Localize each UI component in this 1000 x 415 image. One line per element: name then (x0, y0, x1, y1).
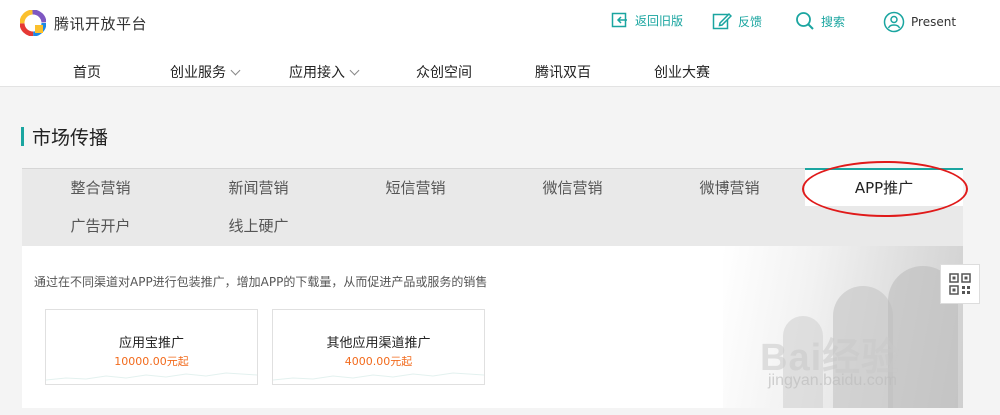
service-card-other-channels[interactable]: 其他应用渠道推广 4000.00元起 (272, 309, 485, 385)
tab-news-marketing[interactable]: 新闻营销 (188, 169, 329, 207)
nav-item-label: 腾讯双百 (535, 65, 591, 81)
nav-item-label: 创业大赛 (654, 65, 710, 81)
tab-label: 微博营销 (699, 179, 760, 197)
search-label: 搜索 (821, 14, 846, 29)
title-accent-bar (21, 126, 24, 146)
category-tabs: 整合营销 新闻营销 短信营销 微信营销 微博营销 APP推广 广告开户 线上硬广 (22, 168, 963, 246)
chevron-down-icon (349, 65, 360, 75)
nav-item-label: 创业服务 (170, 65, 226, 81)
chevron-down-icon (230, 65, 241, 75)
card-decoration-line (273, 372, 484, 381)
feedback-button[interactable]: 反馈 (712, 11, 762, 31)
tab-label: 微信营销 (542, 179, 603, 197)
card-decoration-line (46, 372, 257, 381)
main-nav: 首页 创业服务 应用接入 众创空间 腾讯双百 创业大赛 (0, 62, 1000, 84)
service-card-name: 其他应用渠道推广 (326, 336, 431, 351)
nav-item-app-access[interactable]: 应用接入 (289, 62, 360, 82)
back-old-version-button[interactable]: 返回旧版 (611, 11, 683, 29)
nav-item-tencent-double-hundred[interactable]: 腾讯双百 (535, 62, 591, 82)
tab-integrated-marketing[interactable]: 整合营销 (30, 169, 171, 207)
user-name: Present (911, 15, 957, 29)
tab-ad-account-opening[interactable]: 广告开户 (30, 207, 171, 245)
nav-item-label: 应用接入 (289, 65, 345, 81)
tab-online-hard-ads[interactable]: 线上硬广 (188, 207, 329, 245)
tab-label: 新闻营销 (228, 179, 289, 197)
nav-item-home[interactable]: 首页 (73, 62, 101, 82)
user-icon (883, 11, 905, 33)
tab-wechat-marketing[interactable]: 微信营销 (502, 169, 643, 207)
nav-item-startup-services[interactable]: 创业服务 (170, 62, 241, 82)
tab-content-panel: 通过在不同渠道对APP进行包装推广，增加APP的下载量，从而促进产品或服务的销售… (22, 246, 963, 408)
tab-label: 整合营销 (70, 179, 131, 197)
tab-label: 广告开户 (70, 217, 131, 235)
nav-item-label: 众创空间 (416, 65, 472, 81)
search-icon (796, 12, 814, 30)
page-title-text: 市场传播 (32, 126, 109, 149)
photo-figure (833, 286, 893, 408)
tab-sms-marketing[interactable]: 短信营销 (345, 169, 486, 207)
page-title: 市场传播 (21, 126, 108, 149)
user-account-button[interactable]: Present (883, 11, 956, 33)
back-old-version-icon (611, 12, 627, 28)
qr-code-button[interactable] (940, 264, 980, 304)
service-card-name: 应用宝推广 (118, 336, 184, 351)
top-actions: 返回旧版 反馈 搜索 Present (0, 11, 1000, 35)
tab-label: APP推广 (854, 179, 914, 197)
tab-app-promotion[interactable]: APP推广 (805, 168, 963, 206)
qr-code-icon (949, 273, 971, 295)
background-photo (723, 246, 963, 408)
feedback-edit-icon (712, 12, 732, 30)
service-card-yingyongbao[interactable]: 应用宝推广 10000.00元起 (45, 309, 258, 385)
top-header: 腾讯开放平台 返回旧版 反馈 搜索 Present 首页 创业服务 应用接入 众… (0, 0, 1000, 87)
service-description: 通过在不同渠道对APP进行包装推广，增加APP的下载量，从而促进产品或服务的销售 (34, 275, 488, 289)
nav-item-maker-space[interactable]: 众创空间 (416, 62, 472, 82)
feedback-label: 反馈 (738, 14, 763, 29)
back-old-version-label: 返回旧版 (635, 13, 684, 28)
nav-item-label: 首页 (73, 65, 101, 81)
tab-label: 短信营销 (385, 179, 446, 197)
nav-item-startup-contest[interactable]: 创业大赛 (654, 62, 710, 82)
photo-figure (783, 316, 823, 408)
tab-label: 线上硬广 (228, 217, 289, 235)
tab-weibo-marketing[interactable]: 微博营销 (659, 169, 800, 207)
search-button[interactable]: 搜索 (795, 11, 845, 31)
